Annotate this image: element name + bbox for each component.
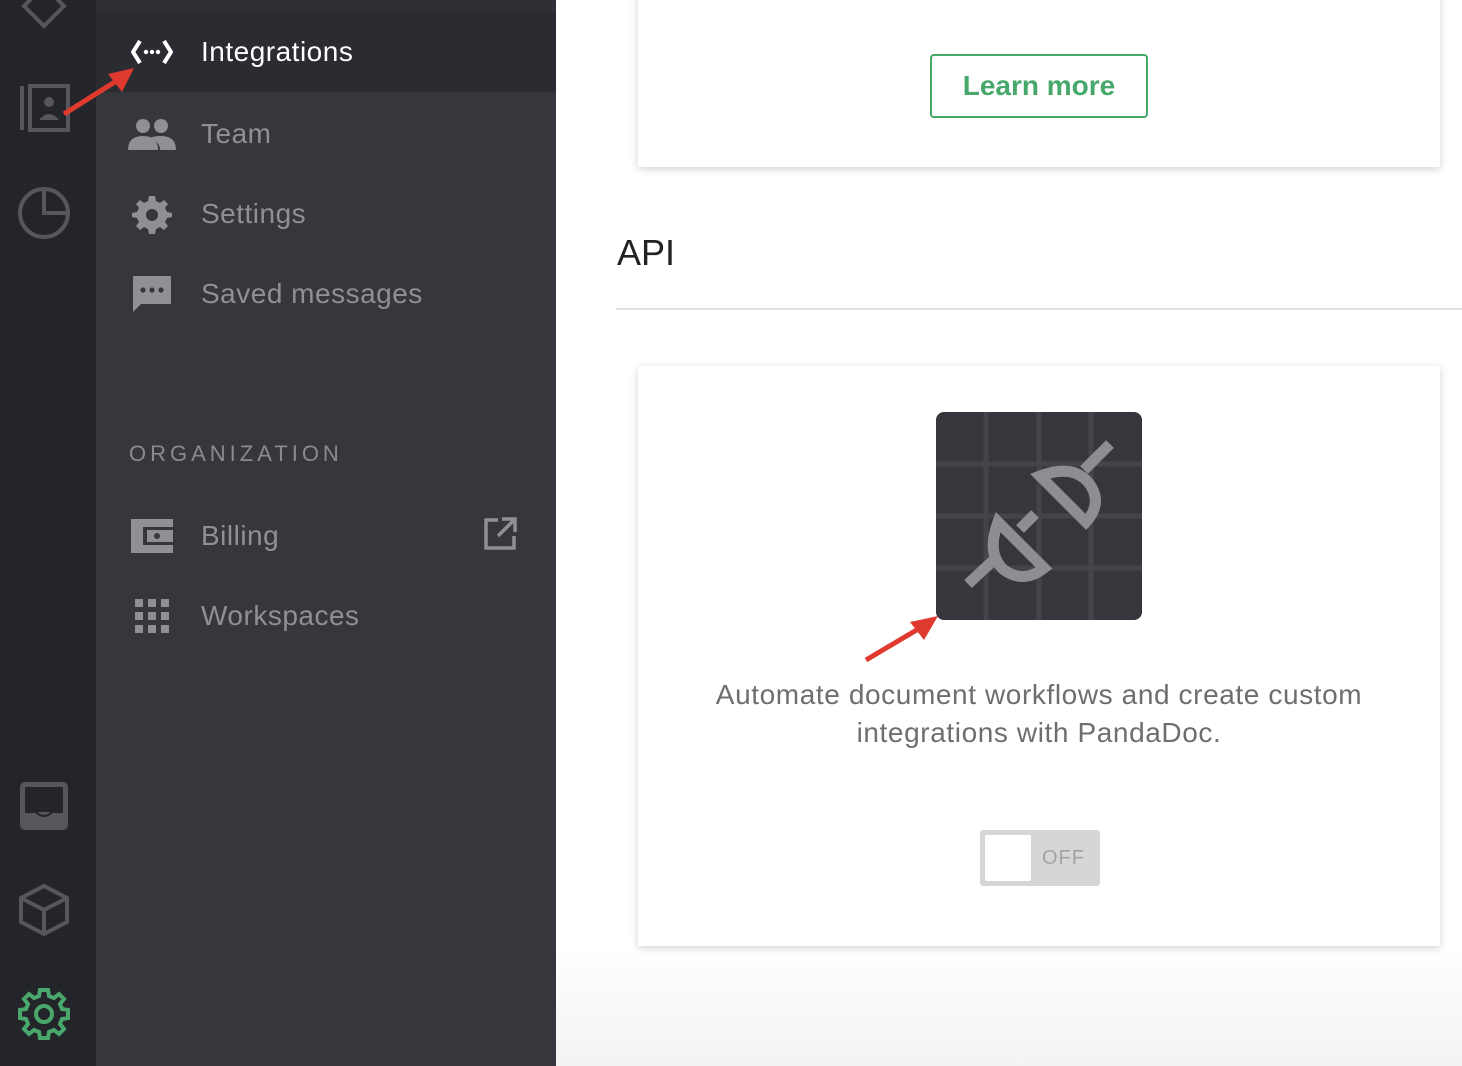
team-icon [128,110,176,158]
pie-chart-icon[interactable] [16,185,72,241]
cube-icon[interactable] [16,882,72,938]
sidebar-item-team[interactable]: Team [96,94,556,174]
sidebar-item-integrations[interactable]: Integrations [96,12,556,92]
tag-icon[interactable] [16,0,72,34]
app-rail [0,0,96,1066]
sidebar-item-label: Team [201,118,272,149]
sidebar-item-settings[interactable]: Settings [96,174,556,254]
settings-sidebar: Integrations Team Settings Saved message… [96,0,556,1066]
toggle-state-label: OFF [1042,847,1085,869]
wallet-icon [128,512,176,560]
chat-icon [128,270,176,318]
section-divider [616,308,1462,310]
sidebar-item-label: Billing [201,520,280,551]
code-arrows-icon [128,28,176,76]
grid-icon [128,592,176,640]
contacts-icon[interactable] [16,80,72,136]
api-description: Automate document workflows and create c… [715,679,1363,748]
toggle-knob [985,835,1031,881]
sidebar-item-saved-messages[interactable]: Saved messages [96,254,556,334]
integration-card: Learn more [638,0,1440,167]
sidebar-item-label: Settings [201,198,307,229]
plug-icon [936,412,1142,620]
external-link-icon[interactable] [482,516,518,552]
sidebar-item-label: Saved messages [201,278,423,309]
sidebar-item-label: Workspaces [201,600,360,631]
organization-heading: ORGANIZATION [129,441,343,466]
learn-more-button[interactable]: Learn more [930,54,1148,118]
api-card: Automate document workflows and create c… [638,366,1440,946]
sidebar-item-label: Integrations [201,36,354,67]
api-toggle[interactable]: OFF [980,830,1100,886]
sidebar-top-strip [96,0,556,12]
bottom-fade [556,946,1462,1066]
gear-icon [128,190,176,238]
main-content: Learn more API Automate document workflo… [556,0,1462,1066]
sidebar-item-workspaces[interactable]: Workspaces [96,576,556,656]
settings-gear-icon[interactable] [16,986,72,1042]
api-section-title: API [617,232,676,273]
inbox-icon[interactable] [16,778,72,834]
